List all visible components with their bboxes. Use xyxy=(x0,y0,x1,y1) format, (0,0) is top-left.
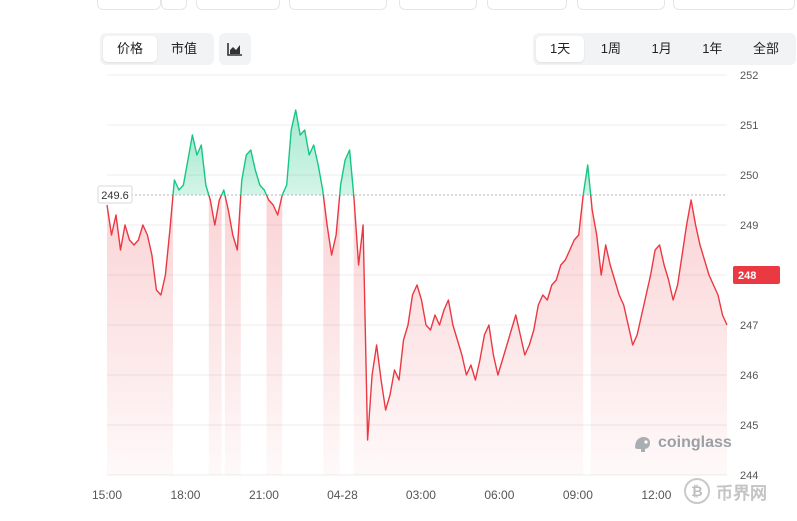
y-tick-label: 251 xyxy=(740,120,758,132)
area-below-baseline xyxy=(353,195,584,475)
y-tick-label: 246 xyxy=(740,370,758,382)
x-tick-label: 15:00 xyxy=(92,488,122,502)
y-tick-label: 245 xyxy=(740,420,758,432)
chart-labels: 249.6 248 xyxy=(97,185,780,284)
y-tick-label: 247 xyxy=(740,320,758,332)
watermark: coinglass xyxy=(632,432,732,454)
bitcoin-coin-icon: ₿ xyxy=(684,478,710,504)
area-above-baseline xyxy=(282,110,324,195)
x-tick-label: 06:00 xyxy=(484,488,514,502)
area-below-baseline xyxy=(323,195,340,475)
x-tick-label: 09:00 xyxy=(563,488,593,502)
corner-logo: ₿ 币界网 xyxy=(684,478,767,504)
y-tick-label: 249 xyxy=(740,220,758,232)
x-tick-label: 03:00 xyxy=(406,488,436,502)
x-tick-label: 18:00 xyxy=(170,488,200,502)
y-tick-label: 252 xyxy=(740,70,758,82)
coinglass-logo-icon xyxy=(635,437,650,452)
corner-logo-text: 币界网 xyxy=(716,483,767,503)
y-tick-label: 250 xyxy=(740,170,758,182)
chart-area-fill xyxy=(107,110,727,475)
area-below-baseline xyxy=(208,195,222,475)
x-tick-label: 21:00 xyxy=(249,488,279,502)
watermark-text: coinglass xyxy=(658,434,732,451)
x-tick-label: 04-28 xyxy=(327,488,358,502)
last-price-label: 248 xyxy=(738,270,756,282)
x-tick-label: 12:00 xyxy=(641,488,671,502)
area-below-baseline xyxy=(266,195,283,475)
baseline-label: 249.6 xyxy=(101,190,129,202)
x-axis-ticks: 15:00 18:00 21:00 04-28 03:00 06:00 09:00 12:00 xyxy=(92,488,672,502)
